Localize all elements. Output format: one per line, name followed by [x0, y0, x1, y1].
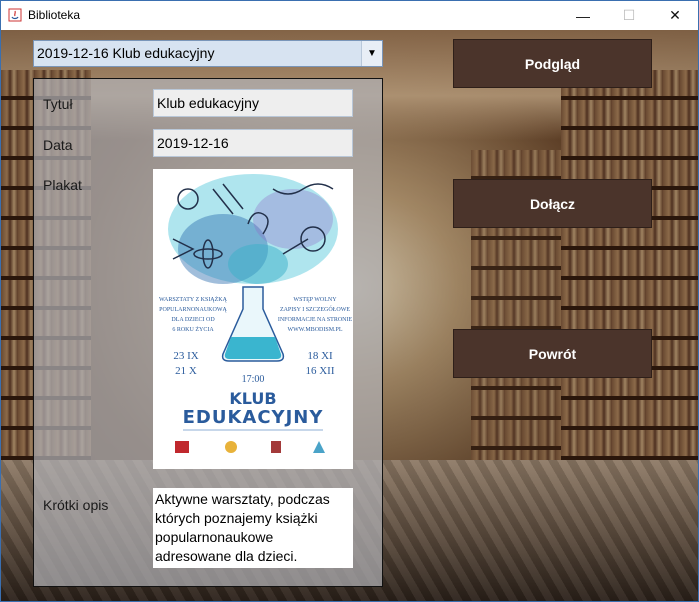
- poster-left-text-3: DLA DZIECI OD: [171, 317, 215, 323]
- date-field[interactable]: 2019-12-16: [153, 129, 353, 157]
- sponsor-logo-2: [225, 441, 237, 453]
- description-textarea[interactable]: Aktywne warsztaty, podczas których pozna…: [153, 488, 353, 568]
- event-select-dropdown[interactable]: 2019-12-16 Klub edukacyjny ▼: [33, 40, 383, 67]
- chevron-down-icon[interactable]: ▼: [361, 41, 382, 66]
- poster-label: Plakat: [43, 177, 82, 193]
- date-label: Data: [43, 137, 73, 153]
- poster-right-text-2: ZAPISY I SZCZEGÓŁOWE: [280, 305, 350, 313]
- poster-headline-1: KLUB: [229, 389, 276, 408]
- title-bar: Biblioteka — ☐ ✕: [1, 1, 698, 30]
- poster-date-1: 23 IX: [173, 350, 198, 362]
- event-select-value: 2019-12-16 Klub edukacyjny: [37, 45, 215, 61]
- app-window: Biblioteka — ☐ ✕ 2019-12-16 Klub edukacy…: [0, 0, 699, 602]
- poster-date-4: 16 XII: [305, 365, 334, 377]
- poster-left-text-4: 6 ROKU ŻYCIA: [172, 326, 214, 333]
- title-label: Tytuł: [43, 96, 73, 112]
- title-field[interactable]: Klub edukacyjny: [153, 89, 353, 117]
- sponsor-logo-3: [271, 441, 281, 453]
- poster-date-3: 18 XI: [307, 350, 333, 362]
- maximize-button[interactable]: ☐: [606, 1, 652, 30]
- poster-headline-2: EDUKACYJNY: [183, 407, 324, 428]
- event-details-panel: Tytuł Klub edukacyjny Data 2019-12-16 Pl…: [33, 78, 383, 587]
- back-button[interactable]: Powrót: [453, 329, 652, 378]
- window-title: Biblioteka: [28, 8, 81, 22]
- poster-right-text-4: WWW.MBODISM.PL: [287, 327, 342, 333]
- java-app-icon: [8, 8, 22, 22]
- poster-right-text-3: INFORMACJE NA STRONIE: [278, 317, 353, 323]
- poster-left-text-1: WARSZTATY Z KSIĄŻKĄ: [159, 296, 228, 303]
- poster-date-2: 21 X: [175, 365, 197, 377]
- event-poster-image: WARSZTATY Z KSIĄŻKĄ POPULARNONAUKOWĄ DLA…: [153, 169, 353, 469]
- poster-illustration: WARSZTATY Z KSIĄŻKĄ POPULARNONAUKOWĄ DLA…: [153, 169, 353, 469]
- close-button[interactable]: ✕: [652, 1, 698, 30]
- poster-right-text-1: WSTĘP WOLNY: [293, 297, 337, 303]
- poster-time: 17:00: [242, 374, 265, 385]
- minimize-button[interactable]: —: [560, 1, 606, 30]
- poster-left-text-2: POPULARNONAUKOWĄ: [159, 307, 227, 313]
- join-button[interactable]: Dołącz: [453, 179, 652, 228]
- description-label: Krótki opis: [43, 497, 109, 513]
- sponsor-logo-1: [175, 441, 189, 453]
- preview-button[interactable]: Podgląd: [453, 39, 652, 88]
